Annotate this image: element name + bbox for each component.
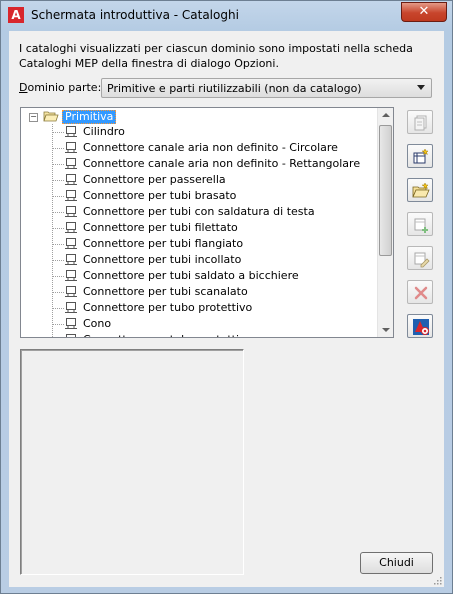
collapse-icon[interactable]: −	[29, 113, 38, 122]
domain-dropdown[interactable]: Primitive e parti riutilizzabili (non da…	[101, 78, 432, 98]
tree-connector-line	[52, 180, 64, 181]
dialog-window: A Schermata introduttiva - Cataloghi ✕ I…	[0, 0, 453, 594]
tree-item[interactable]: Cilindro	[52, 124, 382, 140]
tree-item-label: Connettore per tubi brasato	[83, 189, 237, 202]
tree-item[interactable]: Connettore per tubo protettivo...	[52, 332, 382, 337]
tree-item[interactable]: Connettore per tubo protettivo	[52, 300, 382, 316]
part-preview-panel	[20, 349, 244, 575]
domain-label-text: ominio parte:	[27, 81, 102, 94]
tree-item-label: Connettore per tubo protettivo	[83, 301, 253, 314]
tree-item-label: Connettore canale aria non definito - Ci…	[83, 141, 338, 154]
tree-root-label[interactable]: Primitiva	[62, 110, 117, 124]
tree-item[interactable]: Connettore per tubi flangiato	[52, 236, 382, 252]
tree-connector-line	[52, 212, 64, 213]
open-catalog-button[interactable]	[407, 178, 433, 202]
content-builder-button[interactable]	[407, 314, 433, 338]
part-icon	[65, 222, 77, 233]
tree-connector-line	[52, 292, 64, 293]
tree-connector-line	[52, 196, 64, 197]
tree-item-label: Connettore per passerella	[83, 173, 226, 186]
part-icon	[65, 190, 77, 201]
tree-connector-line	[52, 148, 64, 149]
window-title: Schermata introduttiva - Cataloghi	[31, 8, 239, 22]
tree-item[interactable]: Cono	[52, 316, 382, 332]
content-builder-icon	[413, 319, 429, 335]
add-part-icon	[414, 218, 428, 233]
tree-connector-line	[52, 244, 64, 245]
tree-item[interactable]: Connettore per tubi saldato a bicchiere	[52, 268, 382, 284]
tree-item[interactable]: Connettore per tubi con saldatura di tes…	[52, 204, 382, 220]
scroll-down-arrow-icon[interactable]	[382, 328, 390, 332]
title-bar[interactable]: A Schermata introduttiva - Cataloghi ✕	[1, 1, 452, 29]
tree-item[interactable]: Connettore canale aria non definito - Ci…	[52, 140, 382, 156]
tree-scrollbar[interactable]	[377, 108, 393, 337]
tree-item-label: Connettore per tubo protettivo...	[83, 333, 263, 337]
part-icon	[65, 270, 77, 281]
dialog-body: I cataloghi visualizzati per ciascun dom…	[9, 31, 444, 587]
autocad-logo-icon: A	[8, 7, 24, 23]
scrollbar-thumb[interactable]	[379, 125, 392, 256]
tree-item[interactable]: Connettore per tubi incollato	[52, 252, 382, 268]
tree-item-label: Connettore per tubi flangiato	[83, 237, 244, 250]
tree-item-label: Cilindro	[83, 125, 125, 138]
part-icon	[65, 254, 77, 265]
tree-connector-line	[52, 276, 64, 277]
window-close-button[interactable]: ✕	[401, 2, 447, 22]
tree-item[interactable]: Connettore per tubi brasato	[52, 188, 382, 204]
tree-connector-line	[52, 308, 64, 309]
tree-connector-line	[52, 260, 64, 261]
edit-part-icon	[414, 252, 430, 268]
open-folder-icon	[43, 111, 59, 122]
scroll-up-arrow-icon[interactable]	[382, 113, 390, 117]
part-icon	[65, 126, 77, 137]
part-icon	[65, 206, 77, 217]
part-icon	[65, 174, 77, 185]
parts-tree[interactable]: − Primitiva Cilindro Connettore canale ar…	[20, 107, 394, 338]
resize-grip-icon[interactable]	[432, 575, 442, 585]
tree-item-label: Connettore per tubi filettato	[83, 221, 238, 234]
tree-item[interactable]: Connettore canale aria non definito - Re…	[52, 156, 382, 172]
part-icon	[66, 334, 76, 337]
new-catalog-icon	[413, 148, 429, 164]
domain-dropdown-value: Primitive e parti riutilizzabili (non da…	[107, 82, 362, 95]
tree-item-label: Connettore canale aria non definito - Re…	[83, 157, 361, 170]
tree-item-label: Connettore per tubi scanalato	[83, 285, 248, 298]
catalog-properties-button[interactable]	[407, 110, 433, 134]
catalog-properties-icon	[414, 115, 427, 131]
part-icon	[65, 302, 77, 313]
tree-item[interactable]: Connettore per passerella	[52, 172, 382, 188]
tree-connector-line	[52, 164, 64, 165]
open-catalog-icon	[412, 182, 430, 198]
tree-item[interactable]: Connettore per tubi filettato	[52, 220, 382, 236]
description-text: I cataloghi visualizzati per ciascun dom…	[19, 42, 413, 70]
tree-connector-line	[52, 228, 64, 229]
part-icon	[65, 158, 77, 169]
delete-icon	[414, 286, 428, 300]
tree-item-label: Connettore per tubi con saldatura di tes…	[83, 205, 315, 218]
tree-connector-line	[52, 324, 64, 325]
domain-label: Dominio parte:	[19, 81, 101, 94]
new-catalog-button[interactable]	[407, 144, 433, 168]
delete-button[interactable]	[407, 280, 433, 304]
part-icon	[65, 238, 77, 249]
tree-item-label: Connettore per tubi saldato a bicchiere	[83, 269, 299, 282]
edit-part-button[interactable]	[407, 246, 433, 270]
close-dialog-button[interactable]: Chiudi	[360, 552, 433, 574]
tree-item[interactable]: Connettore per tubi scanalato	[52, 284, 382, 300]
part-icon	[65, 142, 77, 153]
tree-connector-line	[52, 132, 64, 133]
tree-item-label: Cono	[83, 317, 112, 330]
part-icon	[65, 318, 77, 329]
part-icon	[65, 286, 77, 297]
tree-item-label: Connettore per tubi incollato	[83, 253, 242, 266]
chevron-down-icon[interactable]	[417, 85, 425, 90]
add-part-button[interactable]	[407, 212, 433, 236]
